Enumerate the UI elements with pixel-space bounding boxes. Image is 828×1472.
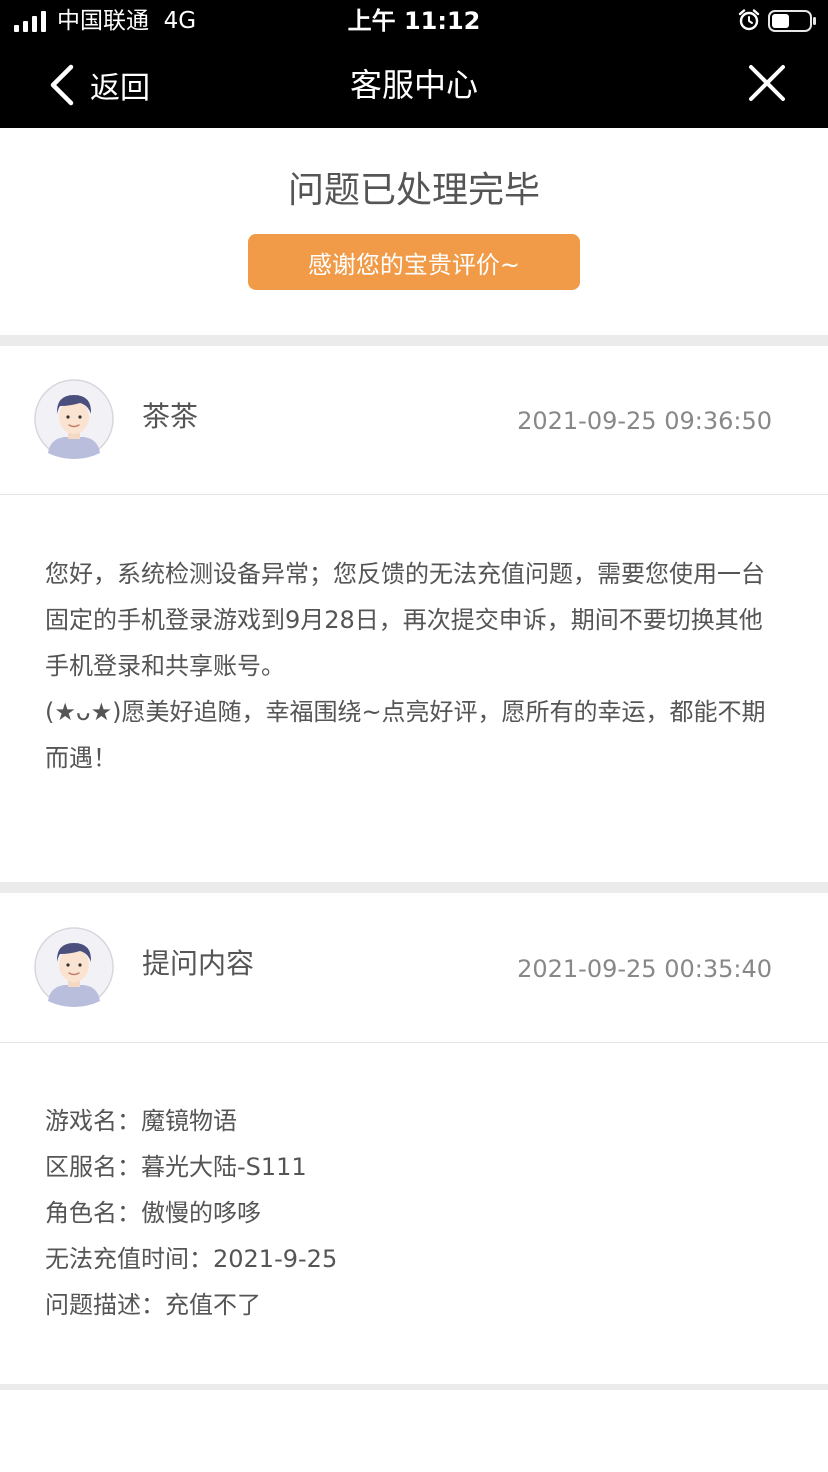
question-timestamp: 2021-09-25 00:35:40	[517, 955, 772, 983]
rating-thanks-button[interactable]: 感谢您的宝贵评价~	[248, 234, 580, 290]
detail-row-description: 问题描述：充值不了	[45, 1282, 785, 1328]
close-icon[interactable]	[746, 62, 788, 104]
card-divider	[0, 1042, 828, 1043]
detail-row-character: 角色名：傲慢的哆哆	[45, 1190, 785, 1236]
alarm-icon	[738, 9, 760, 31]
detail-label: 区服名：	[45, 1153, 141, 1181]
detail-row-game: 游戏名：魔镜物语	[45, 1098, 785, 1144]
user-avatar	[34, 927, 114, 1007]
battery-icon	[768, 10, 816, 32]
agent-avatar	[34, 379, 114, 459]
section-divider	[0, 882, 828, 893]
status-bar: 中国联通 4G 上午 11:12	[0, 0, 828, 42]
detail-value: 傲慢的哆哆	[141, 1199, 261, 1227]
nav-bar: 返回 客服中心	[0, 42, 828, 128]
reply-timestamp: 2021-09-25 09:36:50	[517, 407, 772, 435]
detail-label: 角色名：	[45, 1199, 141, 1227]
detail-value: 充值不了	[165, 1291, 261, 1319]
detail-row-date: 无法充值时间：2021-9-25	[45, 1236, 785, 1282]
resolution-title: 问题已处理完毕	[287, 170, 540, 211]
resolution-status: 问题已处理完毕 感谢您的宝贵评价~	[0, 128, 828, 334]
detail-value: 魔镜物语	[141, 1107, 237, 1135]
reply-paragraph: (★ᴗ★)愿美好追随，幸福围绕~点亮好评，愿所有的幸运，都能不期而遇！	[45, 698, 766, 772]
clock: 上午 11:12	[347, 7, 481, 35]
reply-message: 您好，系统检测设备异常；您反馈的无法充值问题，需要您使用一台固定的手机登录游戏到…	[45, 551, 785, 781]
question-heading: 提问内容	[142, 947, 255, 980]
section-divider	[0, 1384, 828, 1390]
detail-label: 游戏名：	[45, 1107, 141, 1135]
detail-value: 2021-9-25	[213, 1245, 338, 1273]
detail-value: 暮光大陆-S111	[141, 1153, 307, 1181]
detail-label: 问题描述：	[45, 1291, 165, 1319]
section-divider	[0, 335, 828, 346]
reply-paragraph: 您好，系统检测设备异常；您反馈的无法充值问题，需要您使用一台固定的手机登录游戏到…	[45, 560, 765, 680]
agent-name: 茶茶	[142, 400, 199, 433]
question-details: 游戏名：魔镜物语 区服名：暮光大陆-S111 角色名：傲慢的哆哆 无法充值时间：…	[45, 1098, 785, 1328]
page-title: 客服中心	[349, 66, 478, 104]
card-divider	[0, 494, 828, 495]
detail-label: 无法充值时间：	[45, 1245, 213, 1273]
detail-row-server: 区服名：暮光大陆-S111	[45, 1144, 785, 1190]
